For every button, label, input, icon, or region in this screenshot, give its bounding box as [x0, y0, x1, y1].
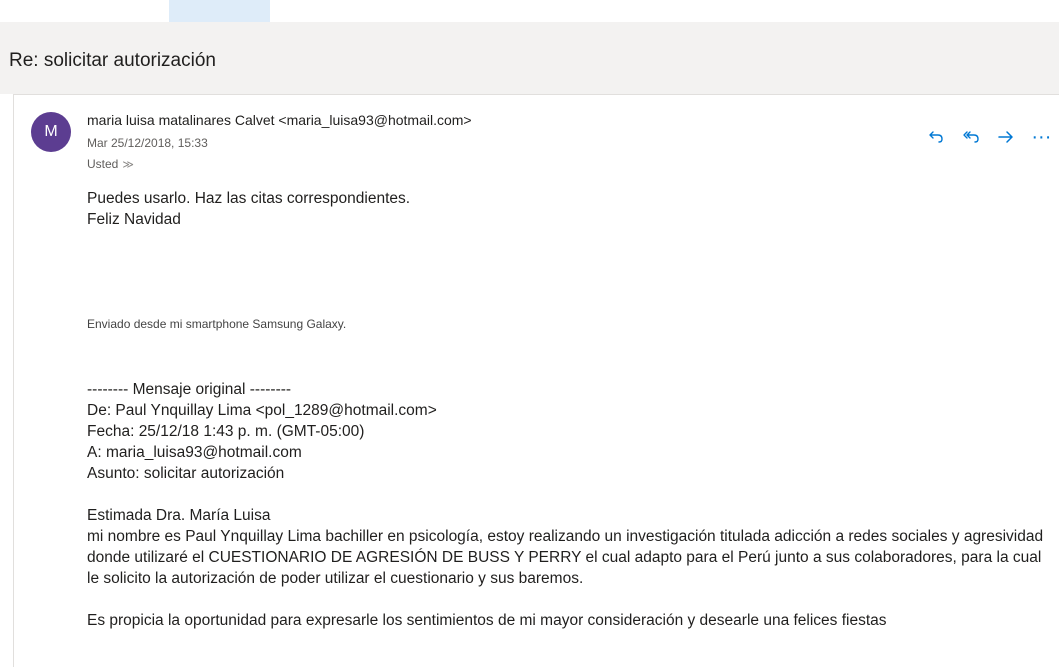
forward-button[interactable]: [989, 129, 1024, 145]
reply-all-button[interactable]: [953, 129, 988, 145]
body-paragraph: mi nombre es Paul Ynquillay Lima bachill…: [87, 528, 1044, 587]
message-date: Mar 25/12/2018, 15:33: [87, 136, 208, 150]
body-line: Feliz Navidad: [87, 211, 181, 228]
more-actions-button[interactable]: ···: [1024, 126, 1059, 149]
body-line: Puedes usarlo. Haz las citas correspondi…: [87, 190, 411, 207]
original-to: A: maria_luisa93@hotmail.com: [87, 444, 302, 461]
top-bar: [0, 0, 1059, 22]
sender-name[interactable]: maria luisa matalinares Calvet <maria_lu…: [87, 112, 472, 128]
more-icon: ···: [1031, 125, 1052, 148]
message-subject: Re: solicitar autorización: [9, 50, 216, 71]
recipient-line[interactable]: Usted ≫: [87, 157, 134, 171]
message-body: Puedes usarlo. Haz las citas correspondi…: [87, 188, 1052, 631]
reply-all-icon: [963, 131, 979, 143]
original-subject: Asunto: solicitar autorización: [87, 465, 285, 482]
original-date: Fecha: 25/12/18 1:43 p. m. (GMT-05:00): [87, 423, 365, 440]
sender-avatar[interactable]: M: [31, 112, 71, 152]
recipient-name: Usted: [87, 157, 119, 171]
greeting: Estimada Dra. María Luisa: [87, 507, 271, 524]
original-from: De: Paul Ynquillay Lima <pol_1289@hotmai…: [87, 402, 437, 419]
message-actions: ···: [918, 124, 1059, 150]
reply-icon: [928, 131, 943, 143]
expand-recipients-icon[interactable]: ≫: [122, 159, 134, 171]
reply-button[interactable]: [918, 129, 953, 145]
forward-icon: [998, 131, 1013, 143]
body-paragraph: Es propicia la oportunidad para expresar…: [87, 612, 887, 629]
original-message-header: -------- Mensaje original --------: [87, 381, 292, 398]
mobile-signature: Enviado desde mi smartphone Samsung Gala…: [87, 317, 347, 331]
selected-tab-indicator[interactable]: [169, 0, 270, 22]
